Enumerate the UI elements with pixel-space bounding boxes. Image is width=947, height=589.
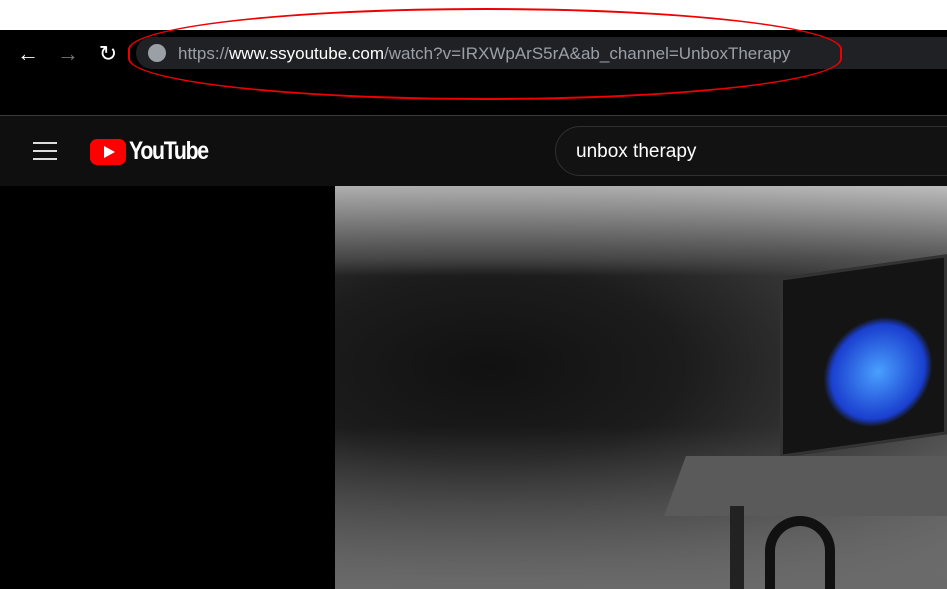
video-ceiling xyxy=(335,186,947,276)
forward-button[interactable]: → xyxy=(54,40,82,68)
reload-button[interactable]: ↻ xyxy=(94,40,122,68)
url-text[interactable]: https://www.ssyoutube.com/watch?v=IRXWpA… xyxy=(178,44,790,64)
url-path: /watch?v=IRXWpArS5rA&ab_channel=UnboxThe… xyxy=(383,44,791,63)
hamburger-menu-icon[interactable] xyxy=(33,142,57,160)
browser-toolbar: ← → ↻ https://www.ssyoutube.com/watch?v=… xyxy=(0,30,947,78)
youtube-logo[interactable]: YouTube xyxy=(90,137,210,165)
youtube-wordmark: YouTube xyxy=(129,137,209,165)
url-scheme: https:// xyxy=(178,44,230,63)
url-host: www.ssyoutube.com xyxy=(229,44,384,63)
back-button[interactable]: ← xyxy=(14,40,42,68)
desk-leg xyxy=(730,506,744,589)
youtube-header: YouTube unbox therapy xyxy=(0,116,947,186)
video-monitor xyxy=(780,254,947,458)
address-bar[interactable]: https://www.ssyoutube.com/watch?v=IRXWpA… xyxy=(136,37,947,69)
video-desk xyxy=(664,456,947,516)
video-player[interactable] xyxy=(335,186,947,589)
youtube-play-icon xyxy=(90,139,126,165)
globe-icon xyxy=(148,44,166,62)
monitor-wallpaper xyxy=(823,309,933,435)
headphones xyxy=(765,516,835,589)
search-value: unbox therapy xyxy=(576,141,697,162)
top-strip xyxy=(0,0,947,30)
search-input[interactable]: unbox therapy xyxy=(555,126,947,176)
